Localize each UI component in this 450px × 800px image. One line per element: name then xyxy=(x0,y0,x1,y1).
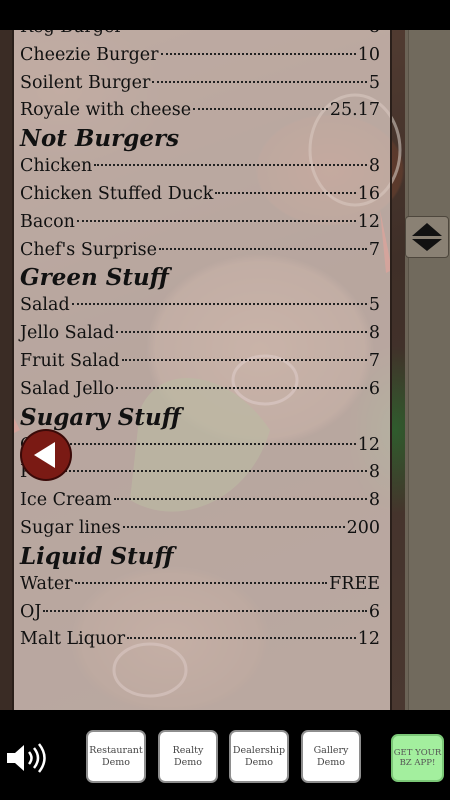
menu-item-name: OJ xyxy=(20,601,42,622)
menu-item-name: Cheezie Burger xyxy=(20,44,159,65)
menu-item-name: Salad Jello xyxy=(20,378,115,399)
menu-item-price: 16 xyxy=(357,183,380,204)
status-bar xyxy=(0,0,450,30)
menu-item-row[interactable]: Chef's Surprise 7 xyxy=(20,237,380,265)
restaurant-demo-button[interactable]: Restaurant Demo xyxy=(86,730,146,783)
back-arrow-icon[interactable] xyxy=(22,431,70,479)
dot-leader xyxy=(193,108,328,111)
side-panel xyxy=(405,30,450,710)
menu-item-price: 6 xyxy=(368,601,380,622)
dot-leader xyxy=(66,442,356,445)
dot-leader xyxy=(49,470,367,473)
menu-item-row[interactable]: Bacon 12 xyxy=(20,209,380,237)
menu-item-row[interactable]: Sugar lines 200 xyxy=(20,515,380,543)
menu-item-name: Chef's Surprise xyxy=(20,239,157,260)
menu-item-name: Chicken Stuffed Duck xyxy=(20,183,214,204)
menu-item-row[interactable]: Cake12 xyxy=(20,432,380,460)
menu-item-price: 8 xyxy=(368,156,380,177)
menu-item-name: Reg Burger xyxy=(20,30,123,42)
menu-item-name: Malt Liquor xyxy=(20,629,126,650)
menu-item-name: Royale with cheese xyxy=(20,100,192,121)
menu-item-price: 12 xyxy=(357,629,380,650)
menu-item-price: 8 xyxy=(368,323,380,344)
dot-leader xyxy=(71,303,367,306)
menu-item-row[interactable]: Water FREE xyxy=(20,571,380,599)
dot-leader xyxy=(43,609,367,612)
dot-leader xyxy=(94,164,367,167)
menu-item-name: Jello Salad xyxy=(20,323,115,344)
menu-item-row[interactable]: Fruit Salad 7 xyxy=(20,348,380,376)
dealership-demo-button[interactable]: Dealership Demo xyxy=(229,730,289,783)
menu-item-price: 12 xyxy=(357,211,380,232)
dot-leader xyxy=(152,80,367,83)
menu-item-price: 7 xyxy=(368,350,380,371)
menu-item-row[interactable]: Chicken Stuffed Duck 16 xyxy=(20,181,380,209)
dot-leader xyxy=(113,498,367,501)
menu-item-price: 12 xyxy=(357,434,380,455)
speaker-volume-icon[interactable] xyxy=(4,742,48,774)
menu-item-row[interactable]: Cheezie Burger 10 xyxy=(20,42,380,70)
bottom-bar xyxy=(0,710,450,800)
menu-item-row[interactable]: Salad 5 xyxy=(20,292,380,320)
menu-item-price: 7 xyxy=(368,239,380,260)
menu-list[interactable]: Reg Burger 8 Cheezie Burger 10 Soilent Burge… xyxy=(20,30,380,654)
menu-item-price: 10 xyxy=(357,44,380,65)
menu-item-name: Chicken xyxy=(20,156,93,177)
menu-item-name: Sugar lines xyxy=(20,517,121,538)
menu-item-name: Ice Cream xyxy=(20,490,112,511)
dot-leader xyxy=(122,525,345,528)
dot-leader xyxy=(160,52,356,55)
menu-item-price: 5 xyxy=(368,295,380,316)
menu-item-row[interactable]: Pie8 xyxy=(20,459,380,487)
menu-item-price: 8 xyxy=(368,490,380,511)
menu-item-row[interactable]: Royale with cheese 25.17 xyxy=(20,97,380,125)
menu-item-price: 8 xyxy=(369,30,380,42)
menu-item-row[interactable]: Soilent Burger 5 xyxy=(20,70,380,98)
menu-item-name: Water xyxy=(20,573,73,594)
menu-item-row[interactable]: Ice Cream 8 xyxy=(20,487,380,515)
gallery-demo-button[interactable]: Gallery Demo xyxy=(301,730,361,783)
category-heading: Not Burgers xyxy=(20,125,180,153)
menu-item-price: FREE xyxy=(329,573,380,594)
category-heading: Green Stuff xyxy=(20,264,169,292)
menu-item-row[interactable]: Jello Salad 8 xyxy=(20,320,380,348)
left-edge-strip xyxy=(0,30,12,710)
menu-item-price: 200 xyxy=(346,517,380,538)
scroll-arrows-shape xyxy=(412,223,442,251)
menu-item-name: Fruit Salad xyxy=(20,350,120,371)
menu-item-price: 6 xyxy=(368,378,380,399)
menu-item-row[interactable]: Chicken 8 xyxy=(20,153,380,181)
dot-leader xyxy=(116,331,367,334)
dot-leader xyxy=(116,386,367,389)
dot-leader xyxy=(76,219,356,222)
scroll-up-down-icon[interactable] xyxy=(405,216,449,258)
menu-item-price: 8 xyxy=(368,462,380,483)
menu-item-row[interactable]: Malt Liquor 12 xyxy=(20,626,380,654)
category-heading: Sugary Stuff xyxy=(20,403,181,431)
dot-leader xyxy=(158,247,367,250)
menu-item-row[interactable]: Salad Jello 6 xyxy=(20,376,380,404)
menu-item-price: 25.17 xyxy=(329,100,380,121)
menu-item-price: 5 xyxy=(368,72,380,93)
back-arrow-shape xyxy=(34,442,55,468)
get-your-app-button[interactable]: GET YOUR BZ APP! xyxy=(391,734,444,782)
dot-leader xyxy=(74,581,328,584)
menu-item-row[interactable]: Reg Burger 8 xyxy=(20,30,380,42)
menu-item-name: Soilent Burger xyxy=(20,72,151,93)
menu-item-name: Salad xyxy=(20,295,70,316)
menu-item-name: Bacon xyxy=(20,211,75,232)
dot-leader xyxy=(127,637,356,640)
realty-demo-button[interactable]: Realty Demo xyxy=(158,730,218,783)
menu-item-row[interactable]: OJ 6 xyxy=(20,599,380,627)
side-panel-inset xyxy=(408,30,450,710)
menu-panel[interactable]: Reg Burger 8 Cheezie Burger 10 Soilent Burge… xyxy=(12,30,392,710)
dot-leader xyxy=(215,191,356,194)
speaker-shape xyxy=(7,743,46,773)
dot-leader xyxy=(121,358,367,361)
category-heading: Liquid Stuff xyxy=(20,542,174,570)
